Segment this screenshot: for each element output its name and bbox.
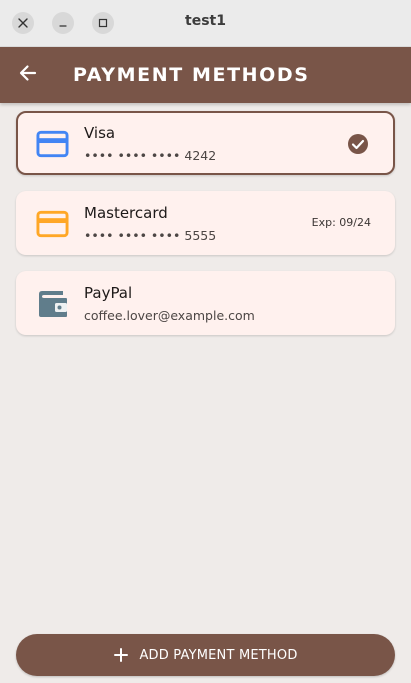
payment-method-detail: coffee.lover@example.com — [84, 308, 255, 323]
arrow-back-icon — [18, 63, 38, 87]
expiry-date: Exp: 09/24 — [311, 216, 371, 229]
credit-card-icon — [36, 207, 69, 240]
payment-method-name: PayPal — [84, 284, 133, 302]
payment-method-name: Visa — [84, 124, 116, 142]
add-payment-method-button[interactable]: ADD PAYMENT METHOD — [16, 634, 395, 676]
payment-method-mastercard[interactable]: Mastercard •••• •••• •••• 5555 Exp: 09/2… — [16, 191, 395, 255]
app-window: test1 PAYMENT METHODS Visa •••• •••• •••… — [0, 0, 411, 683]
payment-method-name: Mastercard — [84, 204, 168, 222]
credit-card-icon — [36, 127, 69, 160]
app-bar: PAYMENT METHODS — [0, 47, 411, 103]
window-title: test1 — [185, 13, 226, 29]
window-titlebar: test1 — [0, 0, 411, 47]
wallet-icon — [36, 287, 69, 320]
back-button[interactable] — [14, 61, 42, 89]
payment-method-visa[interactable]: Visa •••• •••• •••• 4242 — [16, 111, 395, 175]
page-title: PAYMENT METHODS — [73, 64, 310, 86]
check-circle-icon — [347, 133, 369, 155]
payment-method-detail: •••• •••• •••• 5555 — [84, 228, 217, 243]
payment-method-paypal[interactable]: PayPal coffee.lover@example.com — [16, 271, 395, 335]
plus-icon — [113, 647, 129, 663]
payment-method-detail: •••• •••• •••• 4242 — [84, 148, 217, 163]
add-payment-method-label: ADD PAYMENT METHOD — [139, 647, 298, 663]
